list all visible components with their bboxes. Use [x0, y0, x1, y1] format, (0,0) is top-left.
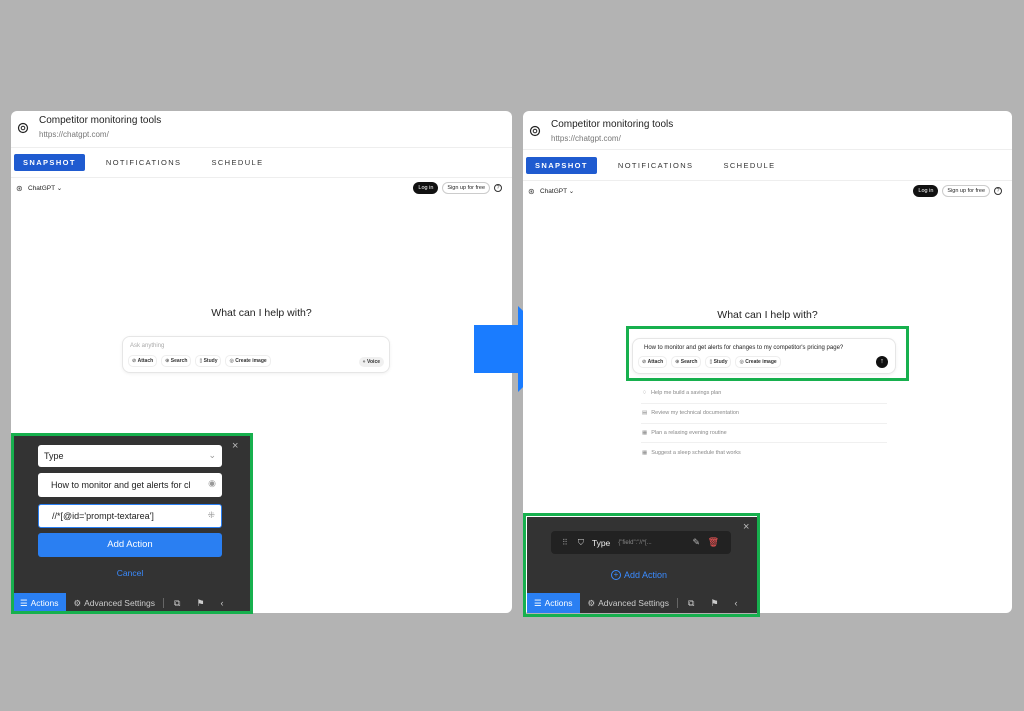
tab-bar: SNAPSHOT NOTIFICATIONS SCHEDULE — [14, 153, 272, 171]
site-url[interactable]: https://chatgpt.com/ — [39, 130, 109, 139]
openai-logo-icon: ⊛ — [528, 187, 535, 196]
document-icon: ▤ — [642, 410, 648, 417]
calendar-icon: ▦ — [642, 429, 648, 436]
chatgpt-topbar: ⊛ ChatGPT ⌄ Log in Sign up for free ? — [11, 181, 512, 195]
site-header: Competitor monitoring tools https://chat… — [523, 111, 1012, 145]
prompt-input[interactable]: Ask anything — [130, 343, 164, 349]
divider — [11, 147, 512, 148]
model-selector[interactable]: ChatGPT ⌄ — [540, 187, 574, 195]
suggestion-list: ♢ Help me build a savings plan ▤ Review my… — [641, 384, 887, 463]
attach-chip[interactable]: ⊘ Attach — [128, 355, 158, 367]
site-title: Competitor monitoring tools — [551, 119, 674, 130]
site-header: Competitor monitoring tools https://chat… — [11, 111, 512, 145]
suggestion-item[interactable]: ▦ Suggest a sleep schedule that works — [641, 443, 887, 463]
suggestion-label: Review my technical documentation — [651, 410, 739, 417]
chatgpt-topbar: ⊛ ChatGPT ⌄ Log in Sign up for free ? — [523, 184, 1012, 198]
site-title: Competitor monitoring tools — [39, 115, 162, 126]
suggestion-label: Suggest a sleep schedule that works — [651, 450, 741, 457]
chip-label: Study — [203, 358, 218, 364]
chevron-down-icon: ⌄ — [56, 185, 63, 192]
chip-label: Attach — [137, 358, 154, 364]
help-icon[interactable]: ? — [494, 184, 502, 192]
login-button[interactable]: Log in — [913, 185, 939, 197]
hero-heading: What can I help with? — [717, 309, 818, 321]
openai-logo-icon: ⊛ — [16, 184, 23, 193]
tab-schedule[interactable]: SCHEDULE — [202, 154, 272, 171]
book-icon: ▯ — [199, 358, 203, 364]
study-chip[interactable]: ▯ Study — [195, 355, 222, 367]
help-icon[interactable]: ? — [994, 187, 1002, 195]
highlight-box — [626, 326, 909, 381]
model-name: ChatGPT — [540, 188, 567, 195]
divider — [523, 180, 1012, 181]
signup-button[interactable]: Sign up for free — [942, 185, 990, 197]
suggestion-item[interactable]: ♢ Help me build a savings plan — [641, 384, 887, 404]
voice-label: Voice — [367, 359, 380, 365]
search-chip[interactable]: ⊕ Search — [161, 355, 192, 367]
chevron-down-icon: ⌄ — [568, 188, 575, 195]
suggestion-label: Help me build a savings plan — [650, 390, 722, 397]
globe-icon: ⊕ — [165, 358, 170, 364]
site-url[interactable]: https://chatgpt.com/ — [551, 134, 621, 143]
paperclip-icon: ⊘ — [132, 358, 137, 364]
login-button[interactable]: Log in — [413, 182, 439, 194]
hero-heading: What can I help with? — [211, 307, 312, 319]
tab-notifications[interactable]: NOTIFICATIONS — [97, 154, 191, 171]
highlight-box — [11, 433, 253, 614]
create-image-chip[interactable]: ◎ Create image — [225, 355, 271, 367]
tab-bar: SNAPSHOT NOTIFICATIONS SCHEDULE — [526, 156, 784, 174]
lightbulb-icon: ♢ — [642, 390, 647, 397]
divider — [523, 149, 1012, 150]
tab-schedule[interactable]: SCHEDULE — [714, 157, 784, 174]
model-selector[interactable]: ChatGPT ⌄ — [28, 184, 62, 192]
voice-button[interactable]: ⋄ Voice — [358, 357, 384, 367]
chip-label: Search — [170, 358, 188, 364]
voice-icon: ⋄ — [362, 359, 366, 365]
calendar-icon: ▦ — [642, 450, 648, 457]
palette-icon: ◎ — [229, 358, 234, 364]
suggestion-item[interactable]: ▤ Review my technical documentation — [641, 404, 887, 424]
tab-snapshot[interactable]: SNAPSHOT — [14, 153, 85, 171]
suggestion-item[interactable]: ▦ Plan a relaxing evening routine — [641, 424, 887, 444]
chip-label: Create image — [235, 358, 267, 364]
model-name: ChatGPT — [28, 185, 55, 192]
suggestion-label: Plan a relaxing evening routine — [651, 429, 727, 436]
signup-button[interactable]: Sign up for free — [442, 182, 490, 194]
divider — [11, 177, 512, 178]
tab-snapshot[interactable]: SNAPSHOT — [526, 156, 597, 174]
highlight-box — [523, 513, 760, 617]
openai-logo-icon — [529, 125, 541, 137]
openai-logo-icon — [17, 122, 29, 134]
prompt-composer[interactable]: Ask anything ⊘ Attach ⊕ Search ▯ Study ◎… — [122, 336, 390, 373]
tab-notifications[interactable]: NOTIFICATIONS — [609, 157, 703, 174]
